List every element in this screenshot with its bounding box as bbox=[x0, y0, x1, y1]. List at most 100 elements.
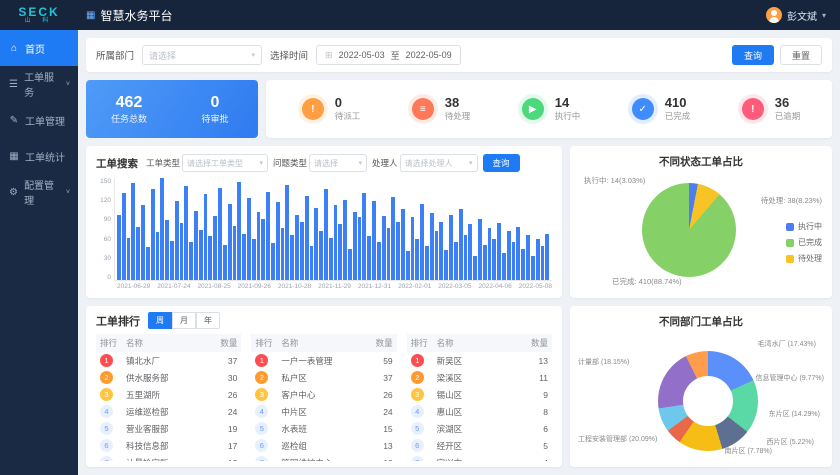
table-row[interactable]: 2供水服务部30 bbox=[96, 369, 241, 386]
name-cell: 滨湖区 bbox=[437, 423, 524, 435]
bar bbox=[184, 186, 188, 280]
table-row[interactable]: 7计量检定所12 bbox=[96, 454, 241, 461]
bar bbox=[204, 194, 208, 280]
rank-badge: 1 bbox=[411, 354, 424, 367]
bar bbox=[435, 231, 439, 280]
count-cell: 37 bbox=[369, 372, 393, 384]
handler-select[interactable]: 请选择处理人 ▾ bbox=[400, 154, 478, 172]
order-type-field: 工单类型 请选择工单类型 ▾ bbox=[146, 154, 268, 172]
sidebar-item-2[interactable]: ✎工单管理 bbox=[0, 102, 78, 138]
search-button[interactable]: 查询 bbox=[732, 45, 774, 65]
x-tick-label: 2021-06-29 bbox=[117, 283, 150, 290]
bar bbox=[180, 223, 184, 280]
table-row[interactable]: 5滨湖区6 bbox=[407, 420, 552, 437]
bar bbox=[329, 238, 333, 280]
bar bbox=[353, 212, 357, 280]
name-cell: 惠山区 bbox=[437, 406, 524, 418]
sidebar-item-3[interactable]: ▦工单统计 bbox=[0, 138, 78, 174]
bar bbox=[497, 223, 501, 280]
stat-pending-dispatch: ! 0 待派工 bbox=[298, 94, 361, 124]
chevron-down-icon: ▾ bbox=[260, 159, 264, 167]
table-row[interactable]: 2梁溪区11 bbox=[407, 369, 552, 386]
rank-cell: 1 bbox=[411, 354, 437, 367]
rank-badge: 7 bbox=[411, 456, 424, 461]
donut-label: 信息管理中心 (9.77%) bbox=[756, 373, 824, 383]
pie-chart[interactable] bbox=[642, 183, 736, 277]
user-menu[interactable]: 彭文斌 ▾ bbox=[766, 7, 840, 23]
logo-text: SECK bbox=[18, 6, 59, 18]
bar bbox=[146, 247, 150, 280]
date-range-picker[interactable]: ⊞ 2022-05-03 至 2022-05-09 bbox=[316, 45, 461, 65]
legend-item[interactable]: 已完成 bbox=[786, 237, 822, 248]
dept-select-value: 请选择 bbox=[149, 49, 176, 62]
sidebar-item-label: 工单管理 bbox=[25, 113, 65, 128]
bar bbox=[343, 200, 347, 280]
donut-chart[interactable] bbox=[658, 351, 758, 451]
bar bbox=[483, 245, 487, 280]
date-end[interactable]: 2022-05-09 bbox=[406, 50, 452, 60]
done-icon-glyph: ✓ bbox=[632, 98, 654, 120]
order-type-select[interactable]: 请选择工单类型 ▾ bbox=[182, 154, 268, 172]
table-row[interactable]: 1镇北水厂37 bbox=[96, 352, 241, 369]
bar bbox=[290, 235, 294, 280]
chevron-down-icon: ▾ bbox=[822, 11, 826, 20]
table-row[interactable]: 6科技信息部17 bbox=[96, 437, 241, 454]
table-row[interactable]: 5营业客服部19 bbox=[96, 420, 241, 437]
table-row[interactable]: 3五里湖所26 bbox=[96, 386, 241, 403]
table-row[interactable]: 6经开区5 bbox=[407, 437, 552, 454]
bar bbox=[492, 239, 496, 280]
order-bar-chart: 1501209060300 bbox=[96, 178, 552, 281]
bar bbox=[175, 201, 179, 280]
reset-button[interactable]: 重置 bbox=[780, 45, 822, 65]
stat-running: ▶ 14 执行中 bbox=[518, 94, 581, 124]
name-cell: 镇北水厂 bbox=[126, 355, 213, 367]
bar bbox=[449, 215, 453, 280]
name-cell: 宜兴市 bbox=[437, 457, 524, 462]
sidebar-item-1[interactable]: ☰工单服务˅ bbox=[0, 66, 78, 102]
table-row[interactable]: 1一户一表管理59 bbox=[251, 352, 396, 369]
date-start[interactable]: 2022-05-03 bbox=[339, 50, 385, 60]
col-name: 名称 bbox=[281, 337, 368, 349]
bar bbox=[348, 249, 352, 280]
count-cell: 37 bbox=[213, 355, 237, 367]
table-row[interactable]: 3锡山区9 bbox=[407, 386, 552, 403]
legend-item[interactable]: 待处理 bbox=[786, 253, 822, 264]
bar bbox=[295, 215, 299, 280]
name-cell: 一户一表管理 bbox=[281, 355, 368, 367]
rank-badge: 6 bbox=[100, 439, 113, 452]
table-row[interactable]: 4运维巡检部24 bbox=[96, 403, 241, 420]
tab-week[interactable]: 周 bbox=[148, 312, 172, 329]
bar bbox=[117, 215, 121, 280]
table-row[interactable]: 7宜兴市4 bbox=[407, 454, 552, 461]
sidebar-item-4[interactable]: ⚙配置管理˅ bbox=[0, 174, 78, 210]
col-name: 名称 bbox=[437, 337, 524, 349]
x-axis: 2021-06-292021-07-242021-08-252021-09-26… bbox=[117, 283, 552, 290]
bar bbox=[420, 204, 424, 280]
count-cell: 30 bbox=[213, 372, 237, 384]
table-row[interactable]: 1新吴区13 bbox=[407, 352, 552, 369]
tab-year[interactable]: 年 bbox=[196, 312, 220, 329]
table-row[interactable]: 2私户区37 bbox=[251, 369, 396, 386]
bar bbox=[387, 228, 391, 280]
tab-month[interactable]: 月 bbox=[172, 312, 196, 329]
table-header: 排行名称数量 bbox=[96, 334, 241, 352]
rank-badge: 3 bbox=[100, 388, 113, 401]
table-row[interactable]: 4惠山区8 bbox=[407, 403, 552, 420]
table-header: 排行名称数量 bbox=[407, 334, 552, 352]
dispatch-icon: ! bbox=[298, 94, 328, 124]
handler-placeholder: 请选择处理人 bbox=[405, 158, 453, 169]
table-row[interactable]: 4中片区24 bbox=[251, 403, 396, 420]
table-row[interactable]: 5水表班15 bbox=[251, 420, 396, 437]
dept-select[interactable]: 请选择 ▾ bbox=[142, 45, 262, 65]
issue-type-select[interactable]: 请选择 ▾ bbox=[309, 154, 367, 172]
table-row[interactable]: 7管网维护中心12 bbox=[251, 454, 396, 461]
table-row[interactable]: 3客户中心26 bbox=[251, 386, 396, 403]
bar bbox=[338, 224, 342, 280]
pending-approval: 0 待审批 bbox=[172, 94, 258, 125]
rank-badge: 5 bbox=[411, 422, 424, 435]
bar bbox=[334, 205, 338, 280]
legend-item[interactable]: 执行中 bbox=[786, 221, 822, 232]
order-query-button[interactable]: 查询 bbox=[483, 154, 520, 172]
table-row[interactable]: 6巡检组13 bbox=[251, 437, 396, 454]
sidebar-item-0[interactable]: ⌂首页 bbox=[0, 30, 78, 66]
